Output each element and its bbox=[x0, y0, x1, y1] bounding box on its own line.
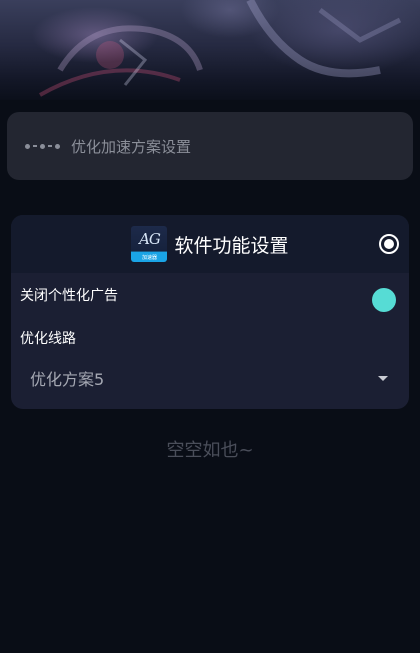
personalized-ads-row: 关闭个性化广告 bbox=[11, 283, 409, 313]
route-label: 优化线路 bbox=[20, 331, 76, 347]
banner-artwork bbox=[39, 0, 402, 97]
more-dots-icon bbox=[25, 143, 60, 149]
empty-state-text: 空空如也~ bbox=[166, 440, 254, 461]
caret-down-icon bbox=[378, 376, 388, 381]
personalized-ads-label: 关闭个性化广告 bbox=[20, 288, 118, 304]
software-settings-card: AG 加速器 软件功能设置 关闭个性化广告 优化线路 优化方案5 bbox=[11, 215, 409, 409]
card-header: AG 加速器 软件功能设置 bbox=[11, 215, 409, 273]
logo-text: AG bbox=[139, 230, 161, 248]
route-select[interactable]: 优化方案5 bbox=[20, 361, 390, 395]
card-title: 软件功能设置 bbox=[174, 234, 289, 257]
route-select-value: 优化方案5 bbox=[30, 370, 105, 389]
speed-plan-settings-button[interactable]: 优化加速方案设置 bbox=[7, 112, 413, 180]
header-banner-image bbox=[0, 0, 420, 100]
app-logo: AG 加速器 bbox=[131, 226, 168, 262]
speed-plan-label: 优化加速方案设置 bbox=[71, 137, 192, 156]
radio-selected-icon[interactable] bbox=[379, 234, 399, 254]
personalized-ads-toggle[interactable] bbox=[372, 288, 396, 312]
logo-subtext: 加速器 bbox=[141, 255, 157, 261]
